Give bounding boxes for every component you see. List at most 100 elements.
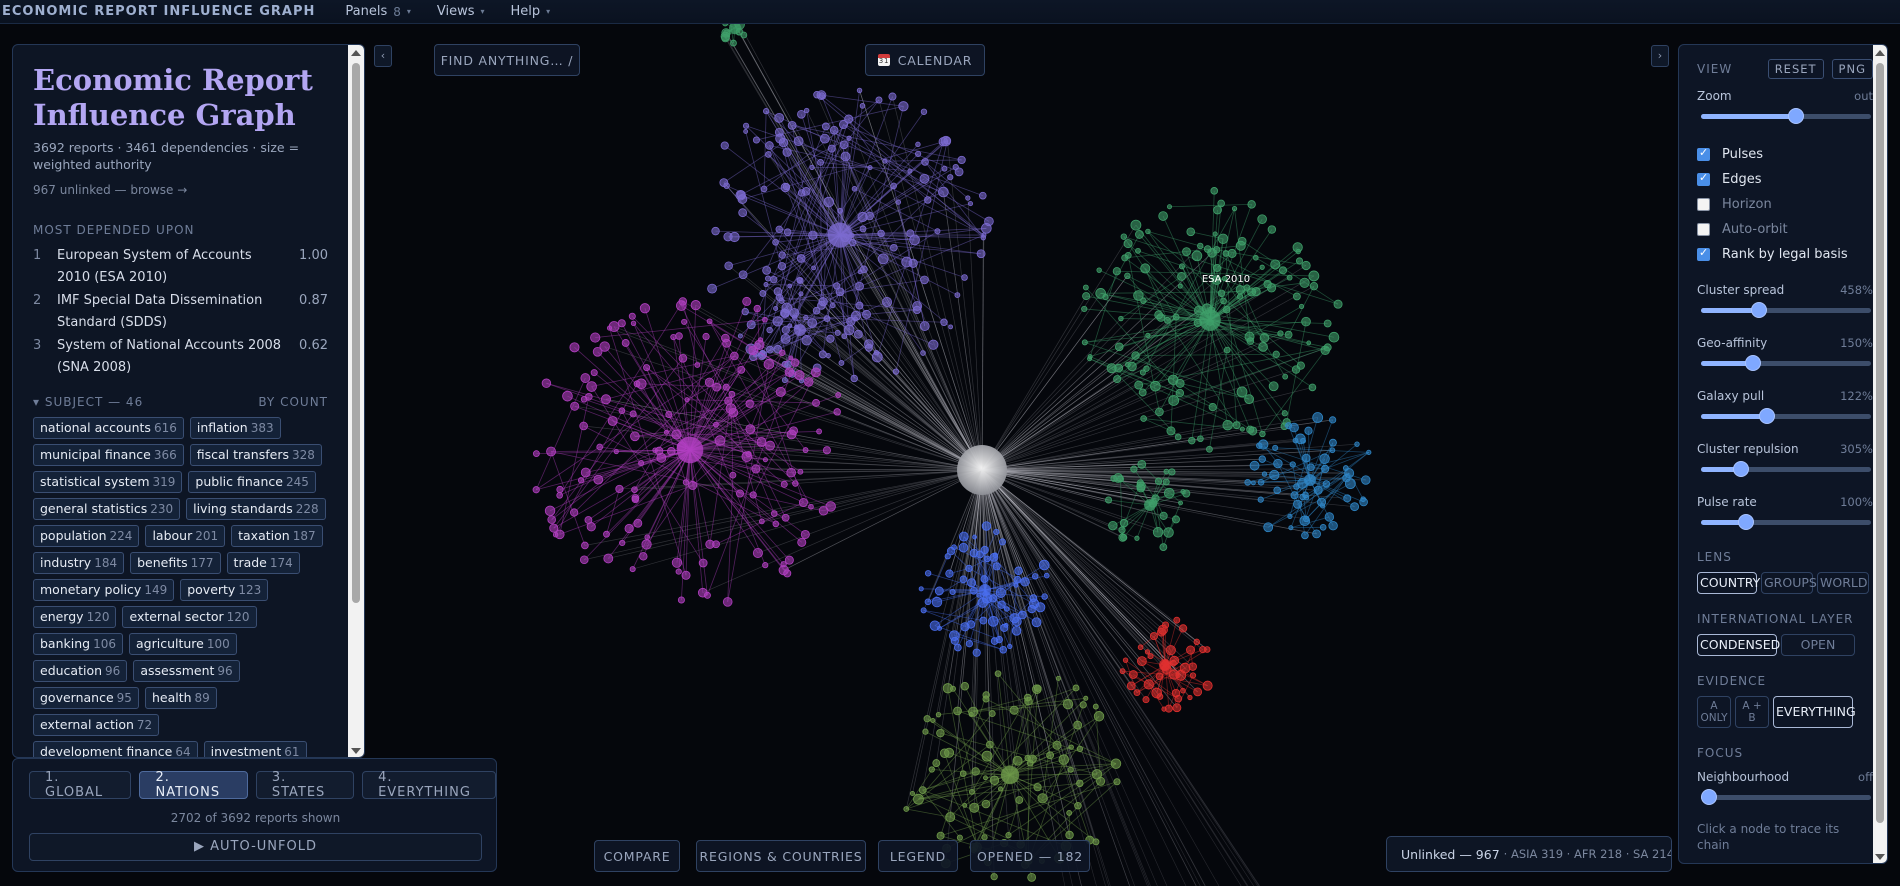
report-node[interactable]: [816, 90, 827, 101]
report-node[interactable]: [1130, 219, 1142, 231]
report-node[interactable]: [570, 401, 580, 411]
checkbox[interactable]: [1697, 198, 1710, 211]
report-node[interactable]: [833, 282, 841, 290]
report-node[interactable]: [1055, 675, 1061, 681]
report-node[interactable]: [936, 831, 945, 840]
report-node[interactable]: [1259, 264, 1265, 270]
report-node[interactable]: [932, 759, 941, 767]
report-node[interactable]: [959, 575, 968, 584]
report-node[interactable]: [1166, 426, 1176, 436]
report-node[interactable]: [798, 497, 808, 507]
report-node[interactable]: [1007, 643, 1013, 650]
report-node[interactable]: [1137, 459, 1147, 469]
report-node[interactable]: [1083, 695, 1089, 701]
report-node[interactable]: [864, 343, 873, 352]
report-node[interactable]: [1158, 211, 1168, 221]
report-node[interactable]: [882, 158, 888, 164]
report-node[interactable]: [854, 329, 863, 339]
report-node[interactable]: [729, 471, 737, 479]
report-node[interactable]: [1145, 228, 1151, 235]
report-node[interactable]: [1258, 439, 1269, 450]
report-node[interactable]: [1217, 289, 1226, 297]
report-node[interactable]: [945, 569, 954, 578]
report-node[interactable]: [738, 208, 748, 218]
report-node[interactable]: [918, 586, 924, 592]
report-node[interactable]: [688, 480, 698, 490]
report-node[interactable]: [1213, 205, 1222, 215]
report-node[interactable]: [1163, 527, 1174, 538]
report-node[interactable]: [1152, 527, 1164, 538]
subject-tag[interactable]: statistical system 319: [33, 471, 183, 493]
report-node[interactable]: [1038, 559, 1050, 571]
report-node[interactable]: [1273, 486, 1282, 495]
report-node[interactable]: [1114, 342, 1124, 352]
report-node[interactable]: [965, 564, 973, 573]
report-node[interactable]: [745, 424, 756, 435]
report-node[interactable]: [1066, 810, 1073, 816]
subject-sort-toggle[interactable]: BY COUNT: [258, 395, 328, 409]
report-node[interactable]: [875, 96, 883, 104]
left-panel-scrollbar[interactable]: [348, 45, 364, 757]
subject-tag[interactable]: general statistics 230: [33, 498, 181, 520]
report-node[interactable]: [743, 129, 749, 134]
report-node[interactable]: [1328, 331, 1340, 343]
report-node[interactable]: [829, 125, 839, 135]
report-node[interactable]: [1178, 263, 1185, 270]
report-node[interactable]: [1227, 248, 1237, 258]
subject-tag[interactable]: industry 184: [33, 552, 125, 574]
report-node[interactable]: [1322, 480, 1331, 488]
report-node[interactable]: [1299, 515, 1311, 527]
report-node[interactable]: [644, 534, 651, 540]
report-node[interactable]: [812, 306, 821, 315]
report-node[interactable]: [1065, 830, 1074, 840]
report-node[interactable]: [777, 262, 787, 271]
report-node[interactable]: [1319, 453, 1330, 464]
report-node[interactable]: [846, 135, 852, 141]
report-node[interactable]: [740, 31, 748, 39]
report-node[interactable]: [1087, 356, 1093, 362]
report-node[interactable]: [745, 450, 752, 458]
subject-tag[interactable]: municipal finance 366: [33, 444, 184, 466]
report-node[interactable]: [821, 122, 830, 131]
subject-tag[interactable]: investment 61: [203, 741, 307, 757]
report-node[interactable]: [980, 234, 987, 241]
pulse-rate-slider[interactable]: [1697, 512, 1873, 532]
report-node[interactable]: [789, 426, 799, 436]
report-node[interactable]: [722, 597, 733, 607]
report-node[interactable]: [788, 355, 794, 361]
report-node[interactable]: [1011, 626, 1022, 636]
report-node[interactable]: [804, 377, 814, 387]
report-node[interactable]: [633, 380, 641, 388]
report-node[interactable]: [778, 349, 786, 356]
report-node[interactable]: [1257, 496, 1264, 503]
report-node[interactable]: [901, 256, 913, 268]
report-node[interactable]: [774, 127, 784, 137]
report-node[interactable]: [997, 600, 1006, 609]
report-node[interactable]: [942, 683, 953, 694]
subject-tag[interactable]: agriculture 100: [129, 633, 237, 655]
report-node[interactable]: [1155, 407, 1164, 417]
report-node[interactable]: [819, 133, 830, 144]
report-node[interactable]: [918, 786, 927, 795]
report-node[interactable]: [936, 728, 945, 738]
report-node[interactable]: [807, 318, 818, 328]
report-node[interactable]: [671, 557, 683, 568]
report-node[interactable]: [1015, 796, 1024, 804]
report-node[interactable]: [593, 474, 604, 485]
report-node[interactable]: [862, 309, 872, 319]
report-node[interactable]: [979, 191, 987, 200]
report-node[interactable]: [1366, 449, 1372, 455]
report-node[interactable]: [631, 486, 638, 493]
report-node[interactable]: [1041, 593, 1048, 600]
report-node[interactable]: [619, 539, 626, 547]
report-node[interactable]: [798, 291, 804, 297]
report-node[interactable]: [890, 243, 898, 252]
report-node[interactable]: [1140, 415, 1147, 422]
report-node[interactable]: [1136, 656, 1147, 667]
report-node[interactable]: [615, 484, 624, 494]
geo-affinity-slider[interactable]: [1697, 353, 1873, 373]
report-node[interactable]: [1072, 684, 1080, 692]
subject-tag[interactable]: energy 120: [33, 606, 117, 628]
report-node[interactable]: [947, 174, 954, 181]
report-node[interactable]: [852, 316, 858, 322]
